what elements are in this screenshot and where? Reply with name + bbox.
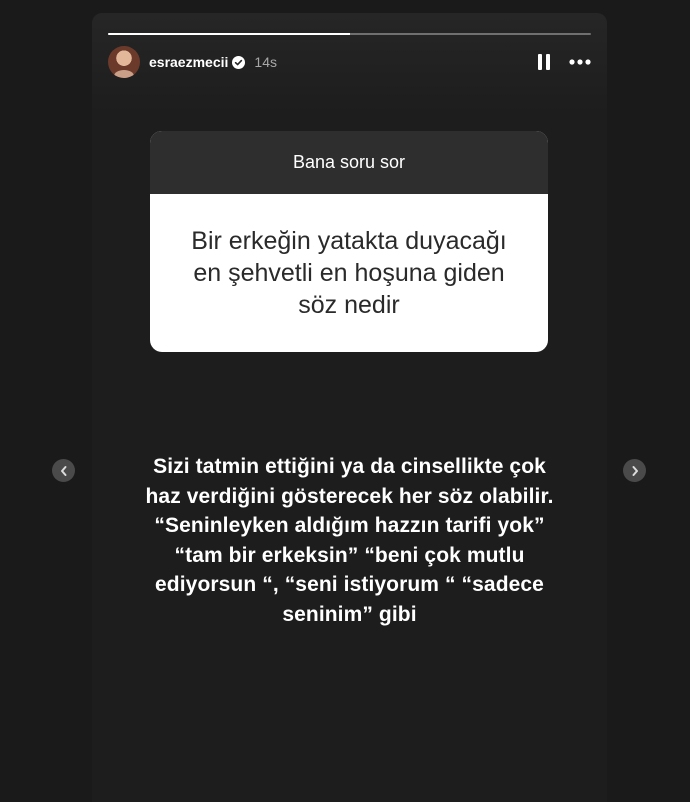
verified-badge-icon: [232, 55, 246, 69]
question-line: Bir erkeğin yatakta duyacağı: [191, 227, 507, 255]
pause-icon[interactable]: [537, 53, 551, 71]
username[interactable]: esraezmecii: [149, 54, 228, 70]
chevron-left-icon: [60, 465, 66, 476]
question-sticker-header: Bana soru sor: [150, 131, 548, 194]
previous-story-button[interactable]: [52, 459, 75, 482]
story-frame[interactable]: esraezmecii 14s Bana soru sor Bir erkeği…: [92, 13, 607, 802]
story-viewer-page: esraezmecii 14s Bana soru sor Bir erkeği…: [0, 0, 690, 802]
answer-line: haz verdiğini gösterecek her söz olabili…: [145, 484, 554, 508]
answer-line: Sizi tatmin ettiğini ya da cinsellikte ç…: [153, 455, 546, 478]
story-progress-bar: [108, 33, 591, 35]
answer-line: ediyorsun “, “seni istiyorum “ “sadece: [155, 573, 544, 596]
answer-line: “Seninleyken aldığım hazzın tarifi yok”: [154, 514, 545, 537]
answer-line: “tam bir erkeksin” “beni çok mutlu: [174, 543, 525, 567]
question-sticker: Bana soru sor Bir erkeğin yatakta duyaca…: [150, 131, 548, 352]
answer-text: Sizi tatmin ettiğini ya da cinsellikte ç…: [112, 452, 587, 629]
story-header: esraezmecii 14s: [108, 46, 591, 78]
more-options-icon[interactable]: [569, 59, 591, 65]
question-line: en şehvetli en hoşuna giden: [193, 259, 505, 287]
chevron-right-icon: [632, 465, 638, 476]
question-line: söz nedir: [298, 291, 400, 319]
answer-line: seninim” gibi: [282, 602, 417, 626]
story-timestamp: 14s: [254, 54, 277, 70]
avatar[interactable]: [108, 46, 140, 78]
question-sticker-question: Bir erkeğin yatakta duyacağı en şehvetli…: [150, 194, 548, 352]
story-header-actions: [537, 53, 591, 71]
next-story-button[interactable]: [623, 459, 646, 482]
story-progress-fill: [108, 33, 350, 35]
